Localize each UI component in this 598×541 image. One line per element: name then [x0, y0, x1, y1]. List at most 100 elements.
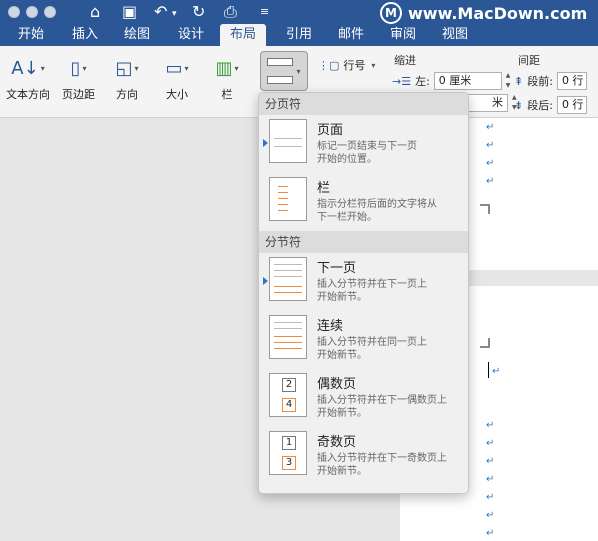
menu-item-odd-page[interactable]: 1 3 奇数页 插入分节符并在下一奇数页上 开始新节。: [259, 427, 468, 485]
undo-icon[interactable]: ↶: [154, 2, 167, 22]
menu-item-desc: 开始新节。: [317, 350, 367, 361]
spacing-before-row: ⇞ 段前: 0 行: [514, 72, 587, 90]
tab-draw[interactable]: 绘图: [114, 24, 160, 46]
print-icon[interactable]: ⎙: [224, 2, 237, 22]
tab-layout[interactable]: 布局: [220, 24, 267, 46]
even-page-num-2: 4: [282, 398, 296, 412]
page-corner-mark: [480, 204, 490, 214]
paragraph-mark: ↵: [486, 474, 495, 485]
save-icon[interactable]: ▣: [122, 2, 137, 22]
text-direction-label: 文本方向: [6, 88, 50, 101]
menu-item-column-break[interactable]: 栏 指示分栏符后面的文字将从 下一栏开始。: [259, 173, 468, 231]
indent-left-row: →☰ 左: 0 厘米 ▲ ▼: [392, 72, 514, 90]
text-direction-button[interactable]: A↓ ▾ 文本方向: [6, 52, 50, 102]
paragraph-mark: ↵: [486, 122, 495, 133]
menu-item-title: 奇数页: [317, 435, 357, 450]
orientation-button[interactable]: ◱ ▾ 方向: [112, 52, 142, 102]
breaks-button[interactable]: ▾: [260, 51, 308, 91]
menu-item-desc: 指示分栏符后面的文字将从: [317, 199, 437, 210]
paragraph-mark: ↵: [486, 176, 495, 187]
breaks-menu: 分页符 页面 标记一页结束与下一页 开始的位置。 栏 指示分栏符后面的文字将从 …: [258, 92, 469, 494]
columns-button[interactable]: ▥ ▾ 栏: [212, 52, 242, 102]
menu-item-title: 栏: [317, 181, 331, 196]
indent-group-label: 缩进: [394, 54, 416, 67]
margins-button[interactable]: ▯ ▾ 页边距: [62, 52, 95, 102]
paragraph-mark: ↵: [486, 456, 495, 467]
menu-item-title: 下一页: [317, 261, 357, 276]
tab-view[interactable]: 视图: [432, 24, 478, 46]
spacing-after-label: 段后:: [527, 99, 553, 112]
menu-item-continuous[interactable]: 连续 插入分节符并在同一页上 开始新节。: [259, 311, 468, 369]
columns-icon: ▥ ▾: [215, 57, 239, 79]
tab-references[interactable]: 引用: [276, 24, 322, 46]
spacing-before-label: 段前:: [527, 75, 553, 88]
breaks-caret-icon: ▾: [296, 66, 301, 76]
even-page-num-1: 2: [282, 378, 296, 392]
customize-icon[interactable]: ≡: [260, 2, 269, 22]
menu-item-desc: 插入分节符并在同一页上: [317, 337, 427, 348]
page-breaks-header: 分页符: [259, 93, 468, 115]
paragraph-mark: ↵: [486, 140, 495, 151]
odd-page-icon: 1 3: [269, 431, 307, 475]
menu-item-desc: 开始新节。: [317, 408, 367, 419]
spacing-after-row: ⇟ 段后: 0 行: [514, 96, 587, 114]
home-icon[interactable]: ⌂: [90, 2, 100, 22]
close-window-button[interactable]: [8, 6, 20, 18]
odd-page-num-1: 1: [282, 436, 296, 450]
paragraph-mark: ↵: [486, 492, 495, 503]
minimize-window-button[interactable]: [26, 6, 38, 18]
page-corner-mark: [480, 338, 490, 348]
page-break-icon: [269, 119, 307, 163]
menu-item-desc: 插入分节符并在下一偶数页上: [317, 395, 447, 406]
selection-arrow-icon: [263, 139, 268, 147]
ribbon-tabs: 开始 插入 绘图 设计 布局 引用 邮件 审阅 视图: [0, 24, 598, 46]
spacing-before-icon: ⇞: [514, 74, 524, 88]
size-button[interactable]: ▭ ▾ 大小: [162, 52, 192, 102]
margins-label: 页边距: [62, 88, 95, 101]
line-numbers-button[interactable]: ⋮▢ 行号 ▾: [318, 57, 375, 73]
menu-item-title: 页面: [317, 123, 344, 138]
undo-dropdown-icon[interactable]: ▾: [172, 4, 177, 24]
menu-item-title: 连续: [317, 319, 344, 334]
selection-arrow-icon: [263, 277, 268, 285]
tab-design[interactable]: 设计: [168, 24, 214, 46]
paragraph-mark: ↵: [486, 528, 495, 539]
menu-item-desc: 下一栏开始。: [317, 212, 377, 223]
watermark: M www.MacDown.com: [380, 2, 587, 24]
spacing-before-field[interactable]: 0 行: [556, 72, 587, 90]
menu-item-page-break[interactable]: 页面 标记一页结束与下一页 开始的位置。: [259, 115, 468, 173]
tab-insert[interactable]: 插入: [62, 24, 108, 46]
line-numbers-label: 行号: [343, 59, 366, 72]
menu-item-desc: 开始的位置。: [317, 154, 377, 165]
tab-review[interactable]: 审阅: [380, 24, 426, 46]
size-icon: ▭ ▾: [165, 57, 189, 79]
indent-left-label: 左:: [415, 75, 430, 88]
paragraph-mark: ↵: [486, 510, 495, 521]
indent-left-stepper[interactable]: ▲ ▼: [506, 72, 514, 90]
tab-mailings[interactable]: 邮件: [328, 24, 374, 46]
column-break-icon: [269, 177, 307, 221]
columns-label: 栏: [221, 88, 233, 101]
paragraph-mark: ↵: [492, 366, 501, 377]
orientation-icon: ◱ ▾: [115, 57, 139, 79]
paragraph-mark: ↵: [486, 158, 495, 169]
section-breaks-header: 分节符: [259, 231, 468, 253]
orientation-label: 方向: [116, 88, 138, 101]
menu-item-even-page[interactable]: 2 4 偶数页 插入分节符并在下一偶数页上 开始新节。: [259, 369, 468, 427]
size-label: 大小: [166, 88, 188, 101]
spacing-after-icon: ⇟: [514, 98, 524, 112]
paragraph-mark: ↵: [486, 438, 495, 449]
redo-icon[interactable]: ↻: [192, 2, 205, 22]
tab-home[interactable]: 开始: [8, 24, 54, 46]
breaks-icon: [267, 58, 294, 84]
menu-item-desc: 开始新节。: [317, 466, 367, 477]
macdown-logo-icon: M: [380, 2, 402, 24]
spacing-after-field[interactable]: 0 行: [556, 96, 587, 114]
title-bar: ⌂ ▣ ↶ ▾ ↻ ⎙ ≡ M www.MacDown.com: [0, 0, 598, 24]
continuous-icon: [269, 315, 307, 359]
menu-item-desc: 插入分节符并在下一页上: [317, 279, 427, 290]
menu-item-next-page[interactable]: 下一页 插入分节符并在下一页上 开始新节。: [259, 253, 468, 311]
zoom-window-button[interactable]: [44, 6, 56, 18]
menu-item-desc: 标记一页结束与下一页: [317, 141, 417, 152]
indent-left-field[interactable]: 0 厘米: [433, 72, 502, 90]
